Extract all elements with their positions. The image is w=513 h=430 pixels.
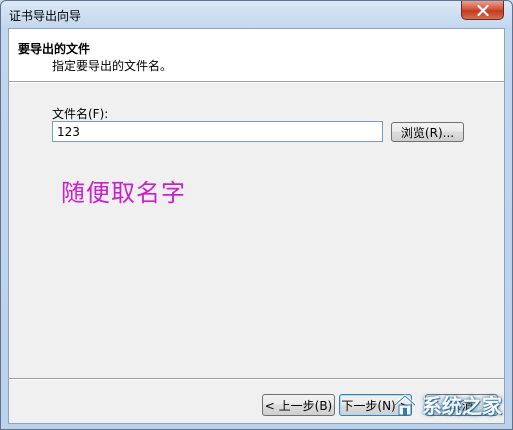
wizard-client-area: 要导出的文件 指定要导出的文件名。 文件名(F): 浏览(R)... 随便取名字… [8, 28, 505, 424]
page-subtitle: 指定要导出的文件名。 [52, 59, 173, 73]
footer-divider [9, 378, 504, 380]
close-icon [476, 4, 489, 16]
annotation-text: 随便取名字 [61, 179, 186, 207]
close-button[interactable] [461, 1, 504, 20]
filename-label: 文件名(F): [52, 107, 109, 121]
header-divider [9, 81, 504, 83]
watermark-text: 系统之家 [422, 394, 502, 418]
watermark: 系统之家 [392, 390, 502, 419]
wizard-header: 要导出的文件 指定要导出的文件名。 [9, 29, 504, 81]
house-logo-icon [393, 394, 417, 415]
browse-button[interactable]: 浏览(R)... [391, 122, 464, 142]
window-title: 证书导出向导 [9, 9, 82, 23]
filename-input[interactable] [52, 121, 383, 142]
title-bar[interactable]: 证书导出向导 [1, 1, 512, 28]
wizard-window: 证书导出向导 要导出的文件 指定要导出的文件名。 文件名(F): 浏览(R)..… [0, 0, 513, 430]
back-button[interactable]: < 上一步(B) [262, 394, 335, 416]
page-title: 要导出的文件 [18, 42, 91, 56]
